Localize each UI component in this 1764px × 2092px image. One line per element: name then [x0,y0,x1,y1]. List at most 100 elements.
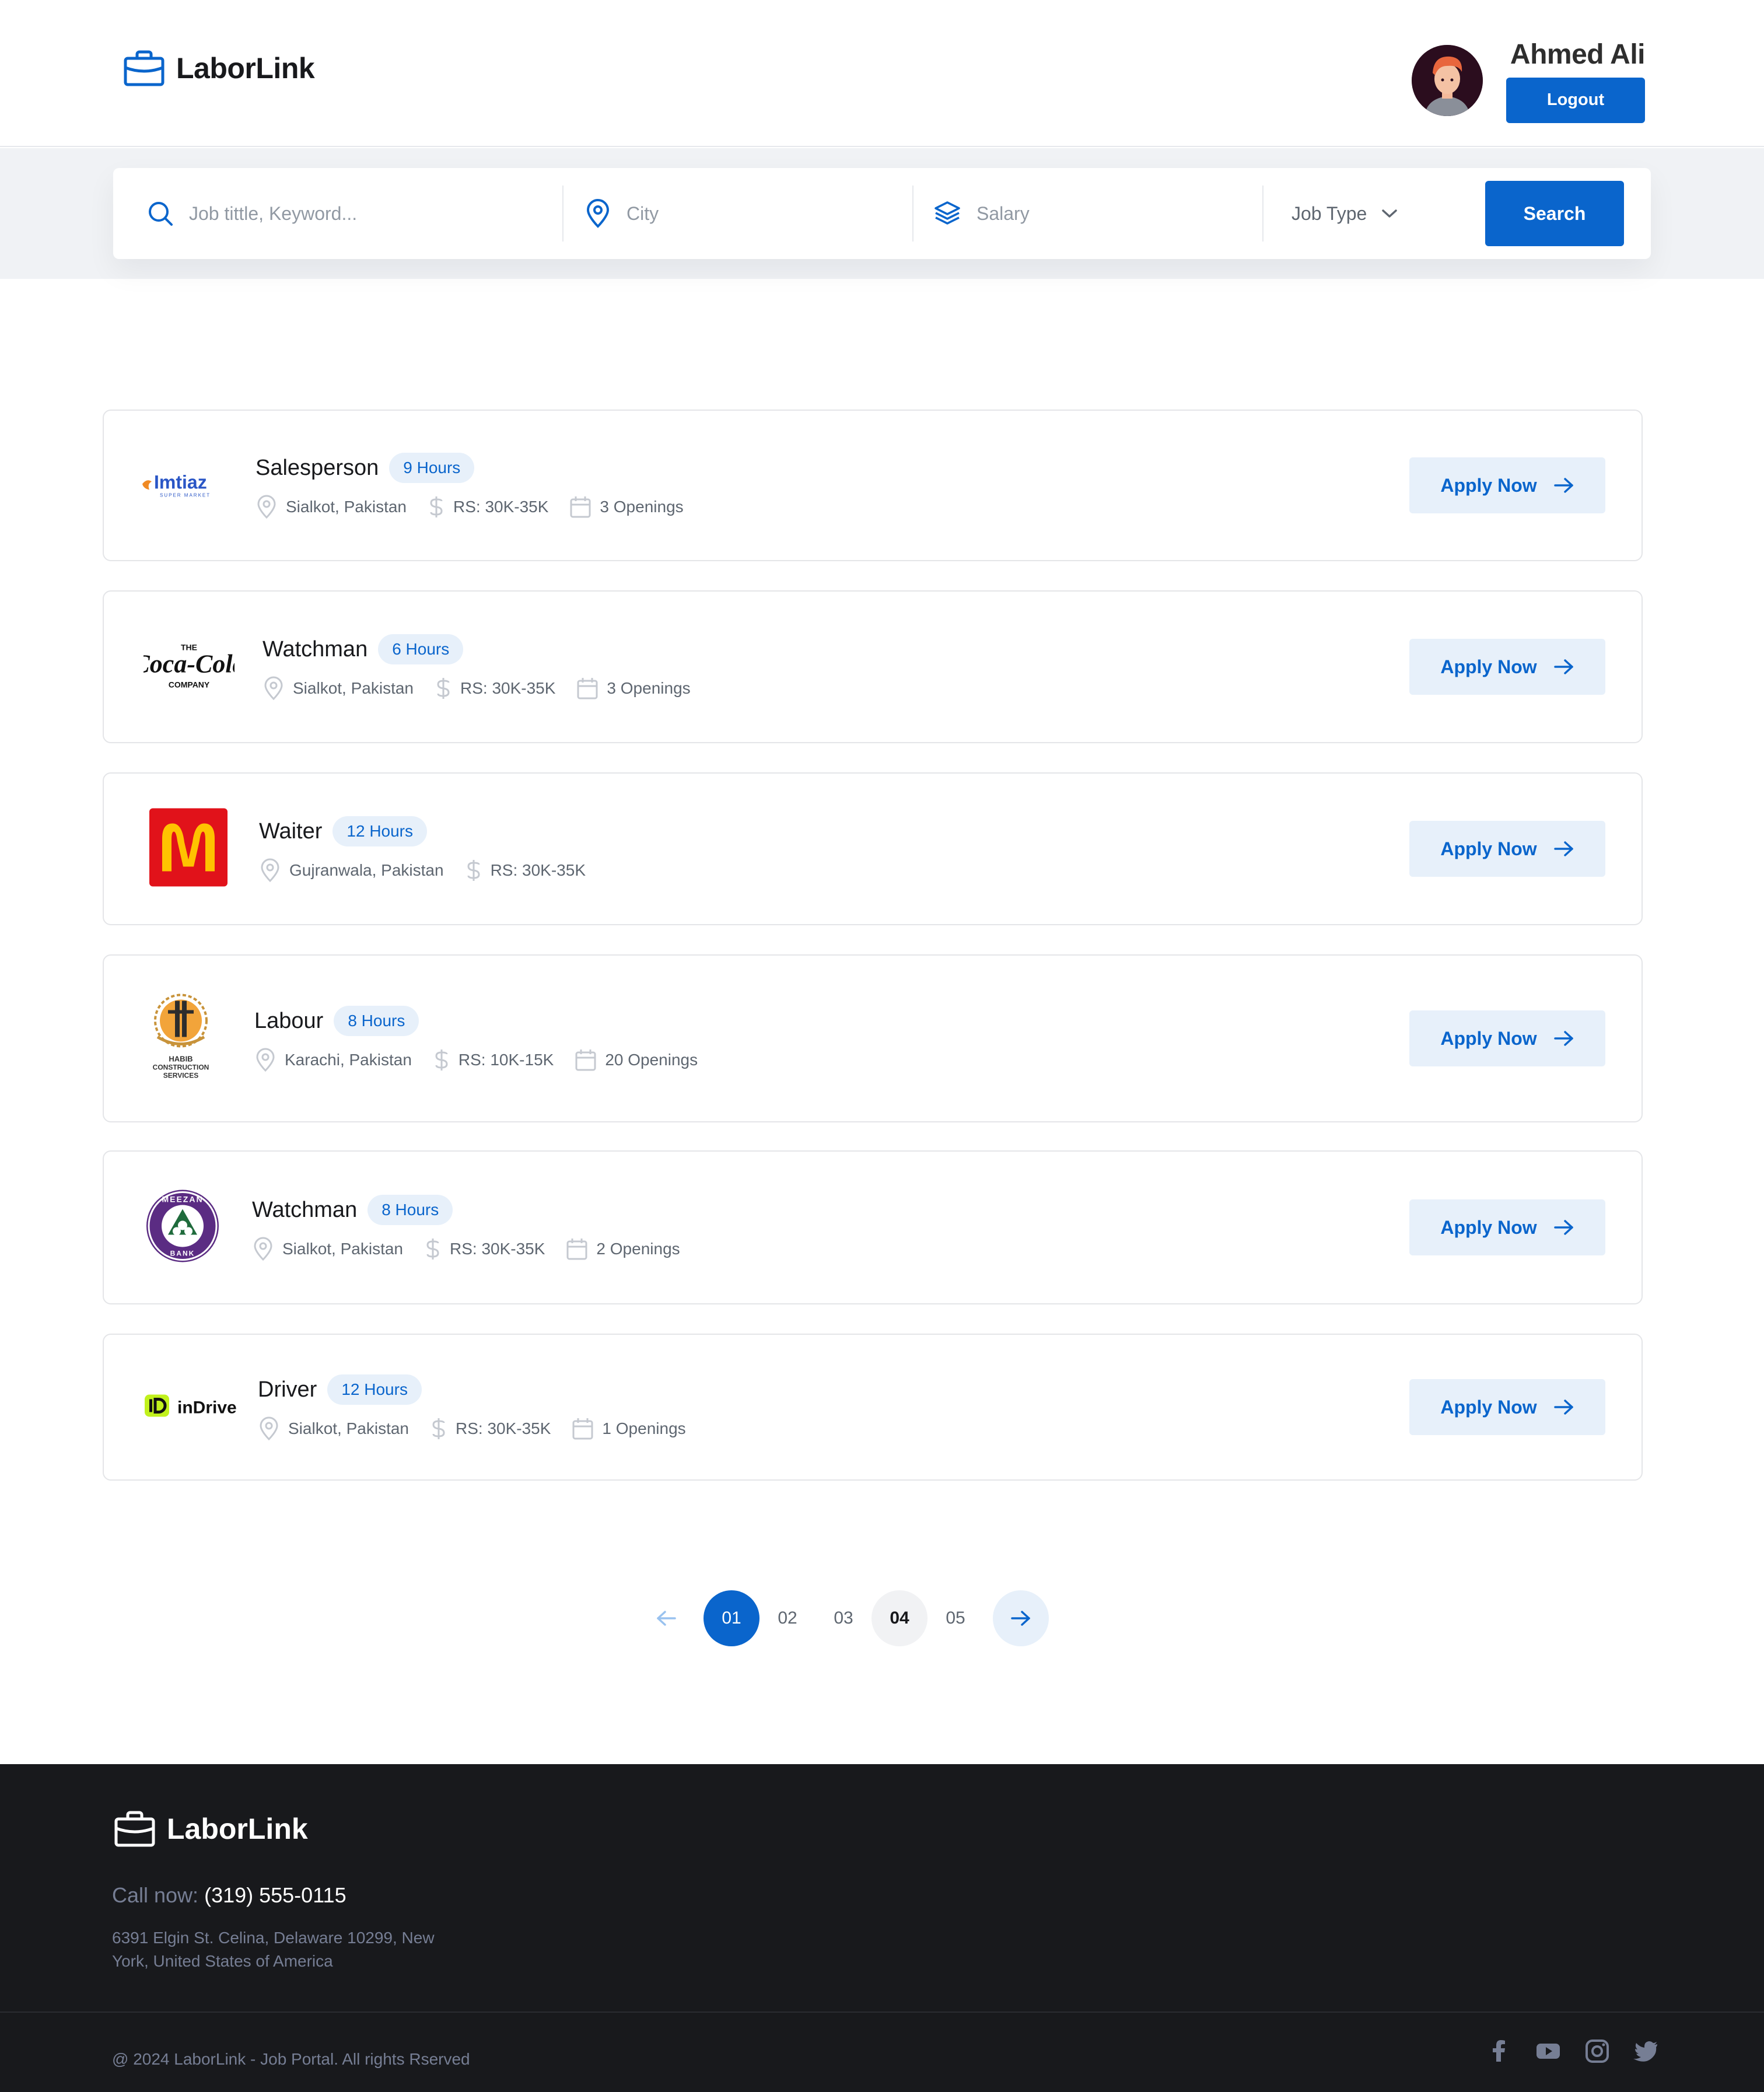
job-location: Sialkot, Pakistan [252,1237,403,1261]
job-type-select[interactable]: Job Type [1292,168,1443,259]
social-links [1486,2038,1659,2064]
twitter-icon[interactable] [1633,2038,1659,2064]
job-openings: 1 Openings [572,1417,686,1440]
job-card[interactable]: inDrive Driver 12 Hours Sialkot, Pakista… [103,1334,1643,1481]
arrow-right-icon [1553,659,1573,674]
page-button[interactable]: 01 [704,1590,760,1646]
svg-text:MEEZAN: MEEZAN [162,1195,203,1204]
job-title[interactable]: Waiter [259,819,322,844]
briefcase-icon [124,50,164,86]
page-button[interactable]: 04 [872,1590,928,1646]
svg-text:SUPER MARKET: SUPER MARKET [160,493,211,498]
search-icon [149,202,173,226]
apply-label: Apply Now [1440,1396,1537,1418]
hours-badge: 9 Hours [389,453,475,483]
keyword-field[interactable]: Job tittle, Keyword... [147,168,555,259]
apply-now-button[interactable]: Apply Now [1409,1010,1605,1066]
map-pin-icon [261,858,279,883]
job-card[interactable]: HABIB CONSTRUCTION SERVICES Labour 8 Hou… [103,954,1643,1122]
calendar-icon [572,1418,593,1440]
facebook-icon[interactable] [1486,2038,1512,2064]
job-title[interactable]: Watchman [262,637,368,662]
city-placeholder: City [626,202,659,224]
salary-field[interactable]: Salary [933,168,1260,259]
apply-label: Apply Now [1440,838,1537,859]
apply-now-button[interactable]: Apply Now [1409,457,1605,513]
job-type-label: Job Type [1292,202,1367,224]
footer-brand[interactable]: LaborLink [114,1811,308,1847]
svg-text:Imtiaz: Imtiaz [154,472,207,493]
job-card[interactable]: Waiter 12 Hours Gujranwala, Pakistan RS:… [103,772,1643,925]
footer: LaborLink Call now: (319) 555-0115 6391 … [0,1764,1764,2092]
job-openings: 3 Openings [569,495,684,519]
apply-now-button[interactable]: Apply Now [1409,1379,1605,1435]
map-pin-icon [257,495,276,519]
apply-now-button[interactable]: Apply Now [1409,1199,1605,1255]
arrow-right-icon [1553,841,1573,856]
page-button[interactable]: 03 [816,1590,872,1646]
city-field[interactable]: City [584,168,911,259]
search-button[interactable]: Search [1485,181,1624,246]
apply-label: Apply Now [1440,1216,1537,1238]
apply-now-button[interactable]: Apply Now [1409,639,1605,695]
call-label: Call now: [112,1883,199,1907]
job-info: Labour 8 Hours Karachi, Pakistan RS: 10K… [254,1005,698,1072]
svg-text:COMPANY: COMPANY [169,680,210,690]
company-logo-indrive: inDrive [144,1391,243,1423]
job-salary: RS: 30K-35K [435,676,555,701]
instagram-icon[interactable] [1584,2038,1610,2064]
job-location: Sialkot, Pakistan [262,676,414,701]
svg-text:BANK: BANK [170,1250,195,1258]
arrow-right-icon [1553,1220,1573,1235]
hours-badge: 8 Hours [368,1195,453,1225]
job-openings: 3 Openings [576,677,691,700]
job-title[interactable]: Labour [254,1009,323,1034]
copyright: @ 2024 LaborLink - Job Portal. All right… [112,2050,470,2068]
job-location: Karachi, Pakistan [254,1048,412,1072]
divider [1262,186,1264,242]
search-bar: Job tittle, Keyword... City Salary Job T… [113,168,1651,259]
youtube-icon[interactable] [1535,2038,1561,2064]
pagination: 01 02 03 04 05 [0,1590,1764,1646]
job-salary: RS: 30K-35K [430,1416,551,1441]
job-title[interactable]: Salesperson [256,456,379,481]
job-location: Sialkot, Pakistan [256,495,407,519]
page-button[interactable]: 05 [928,1590,984,1646]
prev-page-button[interactable] [638,1590,694,1646]
user-menu: Ahmed Ali Logout [1412,39,1646,123]
apply-now-button[interactable]: Apply Now [1409,821,1605,877]
job-card[interactable]: THE Coca-Cola COMPANY Watchman 6 Hours S… [103,590,1643,743]
apply-label: Apply Now [1440,474,1537,496]
job-title[interactable]: Driver [258,1377,317,1402]
job-title[interactable]: Watchman [252,1198,357,1223]
search-band: Job tittle, Keyword... City Salary Job T… [0,148,1764,279]
dollar-icon [426,1239,439,1260]
dollar-icon [467,860,480,881]
chevron-down-icon [1382,209,1398,218]
svg-text:inDrive: inDrive [177,1398,237,1418]
dollar-icon [435,1050,448,1071]
company-logo-mcdonalds [149,808,228,890]
next-page-button[interactable] [993,1590,1049,1646]
brand-name: LaborLink [176,52,315,85]
page-button[interactable]: 02 [760,1590,816,1646]
logout-button[interactable]: Logout [1506,77,1645,123]
job-salary: RS: 30K-35K [428,495,548,519]
dollar-icon [437,678,450,699]
map-pin-icon [254,1237,272,1261]
brand-logo[interactable]: LaborLink [124,50,315,86]
job-location: Sialkot, Pakistan [258,1416,409,1441]
map-pin-icon [586,199,610,228]
arrow-right-icon [1553,478,1573,493]
job-location: Gujranwala, Pakistan [259,858,444,883]
avatar[interactable] [1412,45,1483,116]
hours-badge: 8 Hours [334,1006,419,1036]
hours-badge: 12 Hours [332,816,428,846]
job-card[interactable]: MEEZAN BANK Watchman 8 Hours Sialkot, Pa… [103,1150,1643,1304]
svg-text:CONSTRUCTION: CONSTRUCTION [153,1064,209,1072]
job-info: Driver 12 Hours Sialkot, Pakistan RS: 30… [258,1373,686,1441]
phone-number[interactable]: (319) 555-0115 [204,1883,346,1907]
hours-badge: 12 Hours [327,1374,422,1405]
job-card[interactable]: Imtiaz SUPER MARKET Salesperson 9 Hours … [103,410,1643,561]
company-logo-imtiaz: Imtiaz SUPER MARKET [139,467,220,505]
